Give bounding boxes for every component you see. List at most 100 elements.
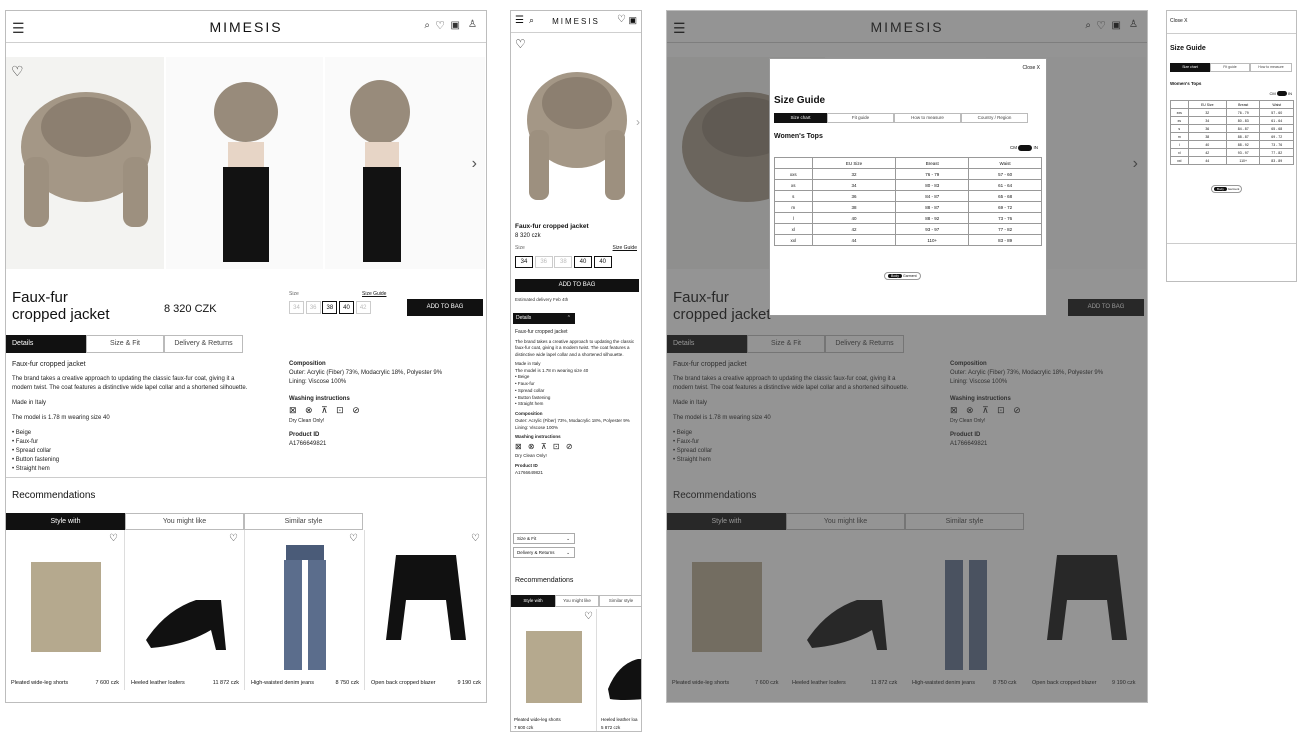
- washing-note: Dry Clean Only!: [515, 453, 547, 458]
- model-front-image: [214, 82, 278, 262]
- tab-similar-style[interactable]: Similar style: [599, 595, 641, 607]
- size-guide-link[interactable]: Size Guide: [362, 291, 386, 297]
- mobile-details-accordion[interactable]: Details ⌃: [513, 313, 575, 324]
- chevron-down-icon: ⌄: [566, 550, 570, 555]
- menu-icon[interactable]: ☰: [515, 15, 524, 26]
- bullet-item: • Faux-fur: [515, 381, 535, 386]
- heart-icon[interactable]: ♡: [229, 533, 238, 544]
- jeans-image: [284, 545, 326, 670]
- table-header-row: EU Size Breast Waist: [774, 157, 1042, 169]
- reco-card[interactable]: ♡ Heeled leather loafers 11 872 czk: [126, 530, 245, 690]
- details-made: Made in Italy: [515, 360, 541, 366]
- tab-fit-guide[interactable]: Fit guide: [827, 113, 894, 123]
- tab-size-chart[interactable]: Size chart: [1170, 63, 1210, 72]
- reco-tabs: Style with You might like Similar style: [6, 513, 363, 530]
- mobile-price: 8 320 czk: [515, 233, 541, 239]
- tab-size-fit[interactable]: Size & Fit: [86, 335, 164, 353]
- details-desc: The brand takes a creative approach to u…: [515, 338, 635, 358]
- mobile-add-to-bag[interactable]: ADD TO BAG: [515, 279, 639, 292]
- bag-icon[interactable]: ▣: [628, 15, 637, 26]
- size-36[interactable]: 36: [534, 256, 553, 268]
- details-heading: Faux-fur cropped jacket: [515, 329, 568, 335]
- heart-icon[interactable]: ♡: [471, 533, 480, 544]
- mobile-size-guide[interactable]: Size Guide: [613, 245, 637, 251]
- heart-icon[interactable]: ♡: [109, 533, 118, 544]
- product-photo-1: [6, 57, 164, 269]
- reco-name: Heeled leather loafers: [131, 680, 185, 686]
- size-38[interactable]: 38: [322, 301, 338, 314]
- tab-delivery[interactable]: Delivery & Returns: [164, 335, 243, 353]
- tab-country-region[interactable]: Country / Region: [961, 113, 1028, 123]
- tab-similar-style[interactable]: Similar style: [244, 513, 363, 530]
- chevron-right-icon[interactable]: ›: [636, 115, 640, 129]
- search-icon[interactable]: ⌕: [424, 20, 430, 31]
- table-row: m 38 88 - 87 69 - 72: [774, 201, 1042, 213]
- product-id: A1766649821: [289, 441, 327, 447]
- details-model: The model is 1.78 m wearing size 40: [515, 367, 589, 373]
- unit-toggle[interactable]: CM IN: [1010, 145, 1038, 151]
- reco-card[interactable]: ♡ Open back cropped blazer 9 190 czk: [366, 530, 486, 690]
- tab-details[interactable]: Details: [6, 335, 86, 353]
- account-icon[interactable]: ♙: [468, 19, 477, 30]
- section-title: Women's Tops: [774, 133, 823, 140]
- wishlist-icon[interactable]: ♡: [617, 14, 626, 25]
- brand-logo[interactable]: MIMESIS: [209, 19, 282, 35]
- brand-logo[interactable]: MIMESIS: [552, 17, 600, 26]
- mobile-details: Faux-fur cropped jacket The brand takes …: [515, 329, 639, 476]
- tab-style-with[interactable]: Style with: [6, 513, 125, 530]
- composition-heading: Composition: [515, 411, 543, 416]
- reco-name: Pleated wide-leg shorts: [11, 680, 69, 686]
- size-42[interactable]: 40: [593, 256, 612, 268]
- reco-name: Heeled leather loa: [601, 717, 638, 722]
- size-42[interactable]: 42: [355, 301, 371, 314]
- shorts-image: [526, 631, 582, 703]
- size-36[interactable]: 36: [305, 301, 321, 314]
- delivery-estimate: Estimated delivery Feb 4th: [515, 297, 569, 302]
- close-button[interactable]: Close X: [1022, 65, 1040, 71]
- reco-card[interactable]: ♡ High-waisted denim jeans 8 750 czk: [246, 530, 365, 690]
- size-40[interactable]: 40: [339, 301, 355, 314]
- body-garment-toggle[interactable]: Body Garment: [1211, 185, 1243, 193]
- reco-name: Pleated wide-leg shorts: [514, 717, 561, 722]
- reco-price: 11 872 czk: [212, 680, 239, 686]
- reco-price: 8 750 czk: [335, 680, 359, 686]
- details-bullets: • Beige • Faux-fur • Spread collar • But…: [12, 429, 252, 474]
- divider: [1167, 243, 1296, 244]
- composition: Outer: Acrylic (Fiber) 73%, Modacrylic 1…: [515, 417, 630, 423]
- unit-toggle[interactable]: CM IN: [1270, 91, 1292, 97]
- size-fit-accordion[interactable]: Size & Fit ⌄: [513, 533, 575, 544]
- tab-size-chart[interactable]: Size chart: [774, 113, 827, 123]
- tab-how-to-measure[interactable]: How to measure: [894, 113, 961, 123]
- close-button[interactable]: Close X: [1170, 18, 1188, 24]
- add-to-bag-button[interactable]: ADD TO BAG: [407, 299, 483, 316]
- body-garment-toggle[interactable]: Body Garment: [884, 272, 921, 280]
- tab-you-might-like[interactable]: You might like: [125, 513, 244, 530]
- size-table: EU Size Breast Waist xxs 32 76 - 79 57 - 60 x…: [1170, 100, 1294, 165]
- mobile-reco-card[interactable]: Heeled leather loa 5 872 czk: [598, 609, 641, 731]
- chevron-down-icon: ⌄: [566, 536, 570, 541]
- tab-fit-guide[interactable]: Fit guide: [1210, 63, 1250, 72]
- delivery-accordion[interactable]: Delivery & Returns ⌄: [513, 547, 575, 558]
- size-40[interactable]: 40: [574, 256, 593, 268]
- chevron-right-icon[interactable]: ›: [472, 155, 477, 173]
- menu-icon[interactable]: ☰: [12, 20, 25, 37]
- table-row: m 38 88 - 87 69 - 72: [1170, 132, 1294, 141]
- tab-how-to-measure[interactable]: How to measure: [1250, 63, 1292, 72]
- reco-card[interactable]: ♡ Pleated wide-leg shorts 7 600 czk: [6, 530, 125, 690]
- tab-you-might-like[interactable]: You might like: [555, 595, 599, 607]
- size-34[interactable]: 34: [289, 301, 304, 314]
- heart-icon[interactable]: ♡: [349, 533, 358, 544]
- wishlist-heart-icon[interactable]: ♡: [11, 63, 24, 80]
- size-34[interactable]: 34: [515, 256, 533, 268]
- wishlist-icon[interactable]: ♡: [435, 19, 445, 32]
- size-38[interactable]: 38: [554, 256, 573, 268]
- mobile-reco-card[interactable]: ♡ Pleated wide-leg shorts 7 600 czk: [511, 609, 597, 731]
- wishlist-heart-icon[interactable]: ♡: [515, 37, 526, 51]
- search-icon[interactable]: ⌕: [529, 15, 534, 26]
- heart-icon[interactable]: ♡: [584, 611, 593, 622]
- table-row: xxl 44 110+ 83 - 89: [774, 234, 1042, 246]
- section-title: Women's Tops: [1170, 81, 1202, 86]
- bag-icon[interactable]: ▣: [451, 20, 460, 31]
- tab-style-with[interactable]: Style with: [511, 595, 555, 607]
- product-photo-2: [166, 57, 323, 269]
